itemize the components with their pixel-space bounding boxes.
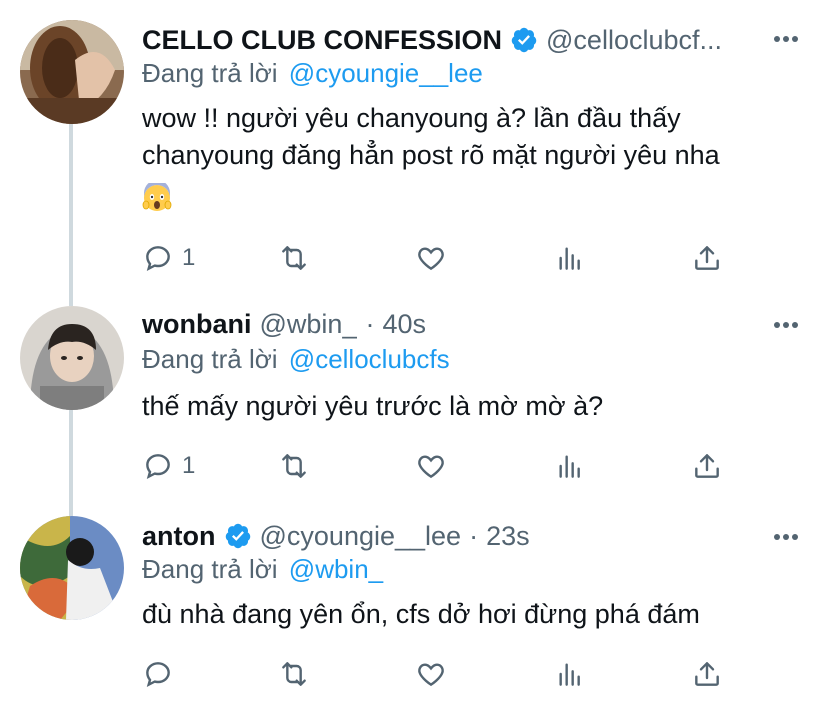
timestamp[interactable]: 40s bbox=[382, 309, 426, 340]
share-icon bbox=[695, 454, 719, 478]
retweet-button[interactable] bbox=[278, 446, 310, 486]
like-button[interactable] bbox=[415, 446, 447, 486]
share-button[interactable] bbox=[691, 654, 723, 694]
timestamp[interactable]: 23s bbox=[486, 521, 530, 552]
tweet-text-line: đù nhà đang yên ổn, cfs dở hơi đừng phá … bbox=[142, 599, 700, 629]
avatar[interactable] bbox=[20, 20, 124, 124]
replying-to: Đang trả lời @celloclubcfs bbox=[142, 344, 450, 375]
tweet-actions: 1 bbox=[142, 238, 742, 278]
more-options-icon[interactable] bbox=[774, 533, 798, 541]
heart-icon bbox=[418, 663, 444, 687]
analytics-icon bbox=[559, 663, 580, 686]
share-button[interactable] bbox=[691, 238, 723, 278]
reply-button[interactable] bbox=[142, 654, 182, 694]
reply-count: 1 bbox=[182, 244, 196, 271]
reply-button[interactable]: 1 bbox=[142, 446, 195, 486]
retweet-icon bbox=[282, 662, 306, 686]
display-name[interactable]: anton bbox=[142, 521, 216, 552]
tweet[interactable]: wonbani @wbin_ · 40s Đang trả lời @cello… bbox=[0, 300, 828, 510]
more-options-icon[interactable] bbox=[774, 321, 798, 329]
replying-label: Đang trả lời bbox=[142, 58, 278, 88]
share-icon bbox=[695, 246, 719, 270]
verified-badge-icon bbox=[511, 27, 537, 53]
reply-count: 1 bbox=[182, 452, 196, 479]
display-name[interactable]: wonbani bbox=[142, 309, 252, 340]
display-name[interactable]: CELLO CLUB CONFESSION bbox=[142, 25, 502, 56]
retweet-button[interactable] bbox=[278, 238, 310, 278]
avatar[interactable] bbox=[20, 516, 124, 620]
share-button[interactable] bbox=[691, 446, 723, 486]
analytics-icon bbox=[559, 455, 580, 478]
replying-mention-link[interactable]: @wbin_ bbox=[289, 554, 383, 584]
replying-label: Đang trả lời bbox=[142, 344, 278, 374]
tweet-header: CELLO CLUB CONFESSION @celloclubcf... bbox=[142, 23, 768, 57]
replying-mention-link[interactable]: @cyoungie__lee bbox=[289, 58, 483, 88]
heart-icon bbox=[418, 247, 444, 271]
share-icon bbox=[695, 662, 719, 686]
more-options-icon[interactable] bbox=[774, 35, 798, 43]
retweet-icon bbox=[282, 454, 306, 478]
analytics-icon bbox=[559, 247, 580, 270]
tweet-text-line: chanyoung đăng hẳn post rõ mặt người yêu… bbox=[142, 140, 720, 170]
scream-emoji-icon bbox=[142, 182, 172, 211]
tweet-header: anton @cyoungie__lee · 23s bbox=[142, 519, 768, 553]
tweet-text: đù nhà đang yên ổn, cfs dở hơi đừng phá … bbox=[142, 596, 782, 633]
handle[interactable]: @celloclubcf... bbox=[546, 25, 722, 56]
tweet-actions bbox=[142, 654, 742, 694]
handle[interactable]: @cyoungie__lee bbox=[260, 521, 462, 552]
analytics-button[interactable] bbox=[554, 446, 586, 486]
tweet[interactable]: anton @cyoungie__lee · 23s Đang trả lời … bbox=[0, 510, 828, 707]
replying-to: Đang trả lời @cyoungie__lee bbox=[142, 58, 483, 89]
tweet-text-line: wow !! người yêu chanyoung à? lần đầu th… bbox=[142, 103, 681, 133]
retweet-icon bbox=[282, 246, 306, 270]
replying-to: Đang trả lời @wbin_ bbox=[142, 554, 383, 585]
like-button[interactable] bbox=[415, 238, 447, 278]
tweet-header: wonbani @wbin_ · 40s bbox=[142, 307, 768, 341]
tweet[interactable]: CELLO CLUB CONFESSION @celloclubcf... Đa… bbox=[0, 0, 828, 300]
avatar[interactable] bbox=[20, 306, 124, 410]
reply-icon bbox=[146, 662, 170, 687]
handle[interactable]: @wbin_ bbox=[260, 309, 358, 340]
tweet-text-line: thế mấy người yêu trước là mờ mờ à? bbox=[142, 391, 604, 421]
reply-icon bbox=[146, 246, 170, 271]
reply-button[interactable]: 1 bbox=[142, 238, 195, 278]
replying-label: Đang trả lời bbox=[142, 554, 278, 584]
separator-dot: · bbox=[365, 308, 375, 339]
verified-badge-icon bbox=[225, 523, 250, 549]
retweet-button[interactable] bbox=[278, 654, 310, 694]
separator-dot: · bbox=[469, 520, 479, 551]
analytics-button[interactable] bbox=[554, 238, 586, 278]
tweet-actions: 1 bbox=[142, 446, 742, 486]
reply-icon bbox=[146, 454, 170, 479]
replying-mention-link[interactable]: @celloclubcfs bbox=[289, 344, 450, 374]
heart-icon bbox=[418, 455, 444, 479]
like-button[interactable] bbox=[415, 654, 447, 694]
tweet-text: thế mấy người yêu trước là mờ mờ à? bbox=[142, 388, 782, 425]
tweet-text: wow !! người yêu chanyoung à? lần đầu th… bbox=[142, 100, 782, 215]
analytics-button[interactable] bbox=[554, 654, 586, 694]
